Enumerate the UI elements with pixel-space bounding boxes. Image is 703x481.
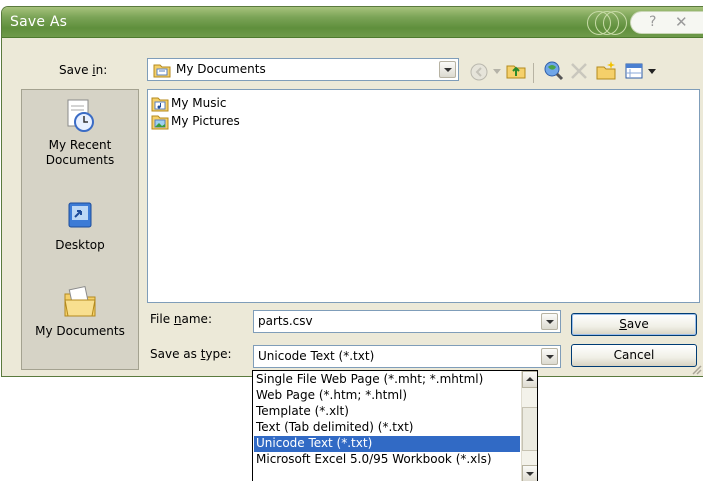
place-desktop[interactable]: Desktop [22, 198, 138, 253]
cancel-button[interactable]: Cancel [571, 344, 697, 367]
title-controls: ? ✕ [630, 11, 703, 34]
delete-icon[interactable] [568, 60, 590, 82]
chevron-up-icon [526, 377, 534, 381]
file-name-label: File name: [150, 312, 212, 326]
place-label-line1: My Recent [48, 138, 112, 152]
place-label-line1: Desktop [55, 238, 105, 252]
file-name-label-text: File [150, 312, 174, 326]
file-name-value: parts.csv [258, 314, 313, 328]
title-bar[interactable]: Save As ? ✕ [2, 7, 703, 38]
list-item-selected[interactable]: Unicode Text (*.txt) [254, 436, 520, 452]
close-button[interactable]: ✕ [675, 13, 688, 31]
place-recent-documents[interactable]: My Recent Documents [22, 98, 138, 168]
save-as-type-label-text: Save as [150, 347, 201, 361]
save-as-type-list[interactable]: Single File Web Page (*.mht; *.mhtml) We… [252, 370, 538, 481]
save-as-type-dropdown[interactable]: Unicode Text (*.txt) [253, 345, 561, 368]
pictures-folder-icon [151, 115, 169, 130]
recent-documents-icon [67, 99, 94, 132]
file-name: My Music [171, 96, 227, 110]
save-as-type-label-suffix: ype: [205, 347, 232, 361]
my-documents-small-icon [153, 64, 171, 78]
help-button[interactable]: ? [649, 14, 656, 30]
save-as-dialog: Save As ? ✕ Save in: My Documents My Rec… [1, 6, 703, 377]
views-icon[interactable] [624, 60, 646, 82]
save-in-label-suffix: n: [95, 63, 108, 77]
file-name: My Pictures [171, 114, 240, 128]
file-name-input[interactable]: parts.csv [253, 310, 561, 333]
list-item[interactable]: Web Page (*.htm; *.html) [254, 388, 520, 404]
list-item[interactable]: Microsoft Excel 5.0/95 Workbook (*.xls) [254, 452, 520, 468]
file-name-dropdown-arrow[interactable] [541, 313, 558, 330]
scroll-up-button[interactable] [522, 371, 537, 388]
file-name-label-accel: n [173, 312, 182, 326]
views-dropdown-icon[interactable] [648, 69, 656, 75]
save-in-dropdown[interactable]: My Documents [147, 58, 459, 81]
places-bar: My Recent Documents Desktop My Documents [21, 89, 139, 370]
save-button-label: ave [626, 317, 649, 331]
save-as-type-value: Unicode Text (*.txt) [258, 349, 375, 363]
my-documents-icon [64, 285, 96, 317]
music-folder-icon [151, 97, 169, 112]
save-in-label-text: Save [59, 63, 93, 77]
up-folder-icon[interactable] [505, 59, 527, 81]
save-in-value: My Documents [176, 62, 266, 76]
list-item[interactable]: Template (*.xlt) [254, 404, 520, 420]
desktop-icon [68, 202, 92, 228]
save-in-label: Save in: [59, 63, 107, 77]
save-as-type-dropdown-arrow[interactable] [541, 348, 558, 365]
window-title: Save As [10, 14, 68, 30]
place-label-line2: Documents [45, 153, 115, 167]
back-icon[interactable] [468, 61, 490, 83]
new-folder-icon[interactable] [595, 59, 617, 81]
save-as-type-label: Save as type: [150, 347, 232, 361]
place-my-documents[interactable]: My Documents [22, 284, 138, 339]
file-list[interactable]: My Music My Pictures [147, 89, 700, 303]
file-name-label-suffix: ame: [181, 312, 212, 326]
list-scrollbar[interactable] [521, 371, 537, 481]
list-item[interactable]: Text (Tab delimited) (*.txt) [254, 420, 520, 436]
place-label-line1: My Documents [35, 324, 125, 338]
toolbar-separator [533, 63, 534, 83]
save-button[interactable]: Save [571, 313, 697, 336]
search-web-icon[interactable] [542, 59, 564, 81]
list-item[interactable]: Single File Web Page (*.mht; *.mhtml) [254, 372, 520, 388]
chevron-down-icon [526, 472, 534, 476]
save-in-dropdown-arrow[interactable] [439, 61, 456, 78]
scroll-thumb[interactable] [522, 407, 537, 451]
save-button-accel: S [619, 317, 627, 331]
back-dropdown-icon[interactable] [493, 69, 501, 75]
resize-grip-icon[interactable] [690, 363, 702, 375]
scroll-down-button[interactable] [522, 465, 537, 481]
